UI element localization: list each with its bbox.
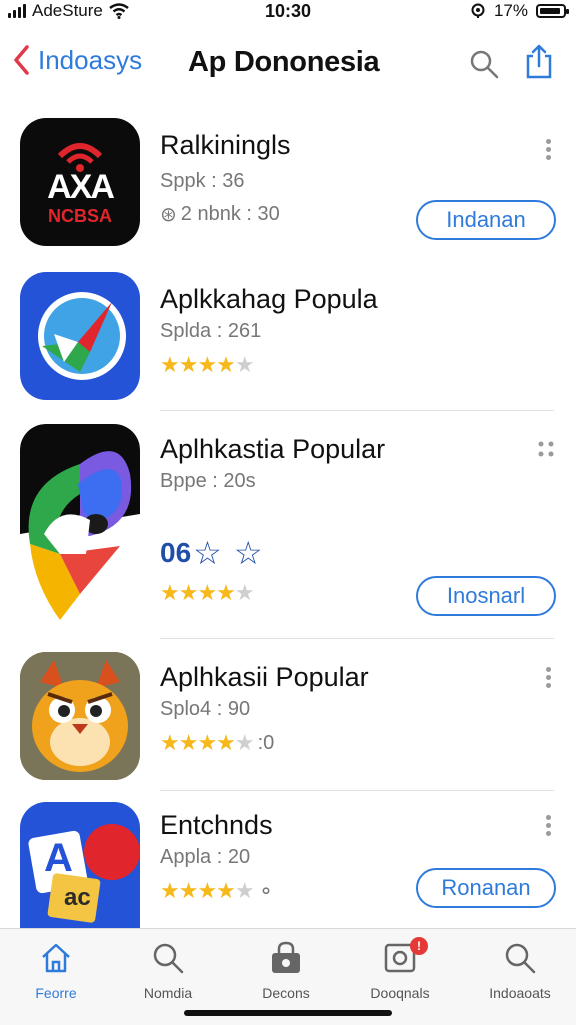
divider <box>160 790 554 791</box>
star-rating: ★★★★ ★ ⚬ <box>160 878 275 903</box>
more-icon[interactable] <box>540 136 556 166</box>
star-outline-icon: ☆ <box>193 535 222 571</box>
tab-bag[interactable]: Decons <box>230 941 342 1001</box>
more-icon[interactable] <box>536 438 556 468</box>
app-icon[interactable] <box>20 272 140 400</box>
battery-fill <box>540 8 560 14</box>
list-item[interactable]: Aplhkasii Popular Splo4 : 90 ★★★★ ★:0 <box>0 652 576 792</box>
get-button[interactable]: Inosnarl <box>416 576 556 616</box>
app-icon[interactable]: A ac <box>20 802 140 928</box>
search-icon <box>505 943 536 974</box>
app-icon[interactable] <box>20 424 140 624</box>
battery-percent: 17% <box>493 1 528 20</box>
home-icon <box>42 943 70 973</box>
app-name: Entchnds <box>160 810 273 840</box>
share-icon[interactable] <box>524 44 554 80</box>
app-icon-subtext: ac <box>64 884 91 911</box>
app-icon-subtext: NCBSA <box>47 206 112 226</box>
tab-label: Decons <box>262 985 310 1001</box>
rating-tail-icon: ⚬ <box>257 880 275 903</box>
app-icon[interactable]: AXA NCBSA <box>20 118 140 246</box>
battery-icon <box>536 4 569 18</box>
app-name: Ralkiningls <box>160 130 291 160</box>
star-outline-icon: ☆ <box>233 535 263 571</box>
app-icon-text: A <box>44 836 73 880</box>
list-item[interactable]: Aplhkastia Popular Bppe : 20s 06 ☆ ☆ ★★★… <box>0 424 576 639</box>
tab-label: Indoaoats <box>489 985 551 1001</box>
more-icon[interactable] <box>540 812 556 842</box>
gift-icon: ⊛ <box>160 204 177 226</box>
app-subtitle: Splo4 : 90 <box>160 698 251 720</box>
app-extra: ⊛ 2 nbnk : 30 <box>160 202 280 227</box>
bag-icon <box>272 941 300 973</box>
location-icon <box>471 3 485 18</box>
rating-tail: :0 <box>257 731 275 754</box>
page-title: Ap Dononesia <box>188 46 380 78</box>
app-icon-text: AXA <box>47 168 115 206</box>
status-right: 17% <box>470 1 569 21</box>
app-name: Aplkkahag Popula <box>160 284 378 314</box>
swirl-logo-icon <box>20 424 140 620</box>
tab-camera[interactable]: ! Dooqnals <box>344 937 456 1001</box>
list-item[interactable]: Aplkkahag Popula Splda : 261 ★★★★ ★ <box>0 272 576 412</box>
rating-badge: 06 ☆ ☆ <box>160 534 263 572</box>
notification-badge: ! <box>410 937 428 955</box>
search-icon[interactable] <box>468 48 500 80</box>
list-item[interactable]: A ac Entchnds Appla : 20 ★★★★ ★ ⚬ Ronanan <box>0 802 576 928</box>
search-icon <box>153 943 184 974</box>
tab-label: Nomdia <box>143 985 193 1001</box>
home-indicator <box>184 1010 392 1016</box>
status-bar: AdeSture 10:30 17% <box>0 0 576 26</box>
back-label: Indoasys <box>38 44 143 75</box>
grid-dots-icon <box>538 441 554 457</box>
list-item[interactable]: AXA NCBSA Ralkiningls Sppk : 36 ⊛ 2 nbnk… <box>0 118 576 268</box>
tab-search-2[interactable]: Indoaoats <box>464 941 576 1001</box>
owl-character-icon <box>20 652 140 780</box>
tab-label: Dooqnals <box>370 985 430 1001</box>
compass-icon <box>38 292 126 380</box>
app-subtitle: Sppk : 36 <box>160 170 245 192</box>
divider <box>160 410 554 411</box>
chevron-left-icon <box>14 45 29 75</box>
tab-label: Feorre <box>35 985 77 1001</box>
star-rating: ★★★★ ★ <box>160 580 255 605</box>
app-extra-text: 2 nbnk : 30 <box>180 203 280 225</box>
get-button[interactable]: Indanan <box>416 200 556 240</box>
app-name: Aplhkasii Popular <box>160 662 369 692</box>
app-name: Aplhkastia Popular <box>160 434 386 464</box>
back-button[interactable]: Indoasys <box>12 44 142 76</box>
tab-home[interactable]: Feorre <box>0 941 112 1001</box>
get-button[interactable]: Ronanan <box>416 868 556 908</box>
app-subtitle: Appla : 20 <box>160 846 251 868</box>
app-subtitle: Splda : 261 <box>160 320 262 342</box>
more-icon[interactable] <box>540 664 556 694</box>
rating-badge-number: 06 <box>160 537 192 568</box>
star-rating: ★★★★ ★ <box>160 352 255 377</box>
tab-search[interactable]: Nomdia <box>112 941 224 1001</box>
divider <box>160 638 554 639</box>
app-subtitle: Bppe : 20s <box>160 470 256 492</box>
star-rating: ★★★★ ★:0 <box>160 730 275 755</box>
app-icon[interactable] <box>20 652 140 780</box>
nav-bar: Indoasys Ap Dononesia <box>0 36 576 92</box>
